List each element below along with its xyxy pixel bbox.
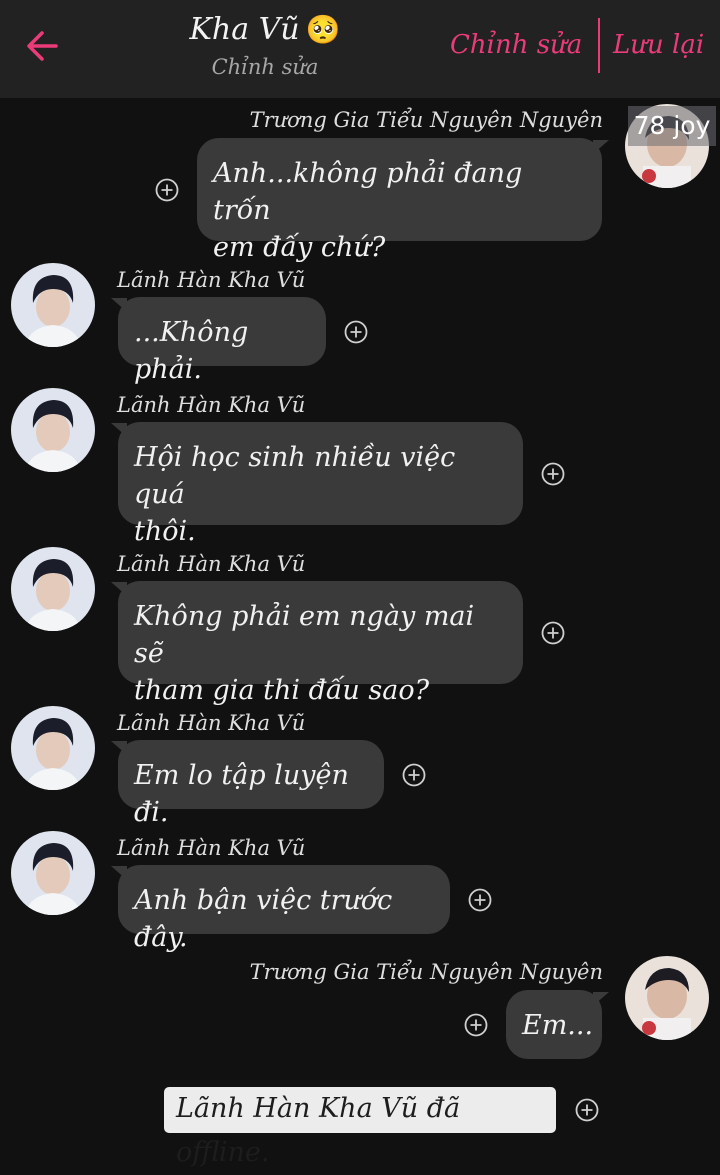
avatar-right[interactable] [625, 956, 709, 1040]
chat-title-area: Kha Vũ 🥺 Chỉnh sửa [150, 10, 380, 82]
avatar-image [11, 263, 95, 347]
plus-circle-icon[interactable] [464, 1013, 488, 1037]
avatar-left[interactable] [11, 263, 95, 347]
sender-name: Lãnh Hàn Kha Vũ [117, 268, 306, 292]
plus-circle-icon[interactable] [344, 320, 368, 344]
plus-circle-icon[interactable] [468, 888, 492, 912]
chat-header: Kha Vũ 🥺 Chỉnh sửa Chỉnh sửa Lưu lại [0, 0, 720, 98]
sender-name: Trương Gia Tiểu Nguyên Nguyên [249, 108, 603, 132]
avatar-left[interactable] [11, 547, 95, 631]
avatar-image [11, 831, 95, 915]
save-button[interactable]: Lưu lại [613, 30, 704, 60]
message-bubble[interactable]: ...Không phải. [118, 297, 326, 385]
sender-name: Trương Gia Tiểu Nguyên Nguyên [249, 960, 603, 984]
chat-title: Kha Vũ [189, 12, 300, 47]
message-bubble[interactable]: Anh...không phải đang trốn em đấy chứ? [197, 138, 602, 263]
message-line: Em... [522, 1010, 594, 1041]
plus-circle-icon[interactable] [155, 178, 179, 202]
sender-name: Lãnh Hàn Kha Vũ [117, 393, 306, 417]
message-line: Hội học sinh nhiều việc quá [134, 442, 456, 510]
message-line: Anh bận việc trước đây. [134, 885, 393, 953]
overlay-tag: 78 joy [628, 106, 716, 146]
message-line: em đấy chứ? [213, 232, 386, 263]
avatar-image [11, 547, 95, 631]
sender-name: Lãnh Hàn Kha Vũ [117, 836, 306, 860]
avatar-left[interactable] [11, 388, 95, 472]
back-button[interactable] [22, 26, 62, 66]
plus-circle-icon[interactable] [575, 1098, 599, 1122]
plus-circle-icon[interactable] [541, 621, 565, 645]
avatar-image [625, 956, 709, 1040]
message-line: Em lo tập luyện đi. [134, 760, 349, 828]
message-line: tham gia thi đấu sao? [134, 675, 430, 706]
edit-button[interactable]: Chỉnh sửa [450, 30, 582, 60]
avatar-left[interactable] [11, 706, 95, 790]
message-line: ...Không phải. [134, 317, 249, 385]
chat-subtitle: Chỉnh sửa [211, 55, 319, 79]
header-divider [598, 18, 600, 73]
avatar-left[interactable] [11, 831, 95, 915]
message-bubble[interactable]: Anh bận việc trước đây. [118, 865, 450, 953]
avatar-image [11, 388, 95, 472]
message-bubble[interactable]: Em lo tập luyện đi. [118, 740, 384, 828]
avatar-image [11, 706, 95, 790]
arrow-left-icon [27, 31, 58, 61]
message-line: thôi. [134, 516, 196, 547]
plus-circle-icon[interactable] [541, 462, 565, 486]
message-bubble[interactable]: Hội học sinh nhiều việc quá thôi. [118, 422, 523, 547]
message-line: Anh...không phải đang trốn [213, 158, 523, 226]
plus-circle-icon[interactable] [402, 763, 426, 787]
message-line: Không phải em ngày mai sẽ [134, 601, 475, 669]
sender-name: Lãnh Hàn Kha Vũ [117, 711, 306, 735]
bubble-tail [593, 992, 609, 1006]
sender-name: Lãnh Hàn Kha Vũ [117, 552, 306, 576]
message-bubble[interactable]: Em... [506, 990, 602, 1059]
message-bubble[interactable]: Không phải em ngày mai sẽ tham gia thi đ… [118, 581, 523, 706]
bubble-tail [593, 140, 609, 154]
system-message: Lãnh Hàn Kha Vũ đã offline. [164, 1087, 556, 1168]
pleading-face-emoji: 🥺 [305, 13, 341, 46]
